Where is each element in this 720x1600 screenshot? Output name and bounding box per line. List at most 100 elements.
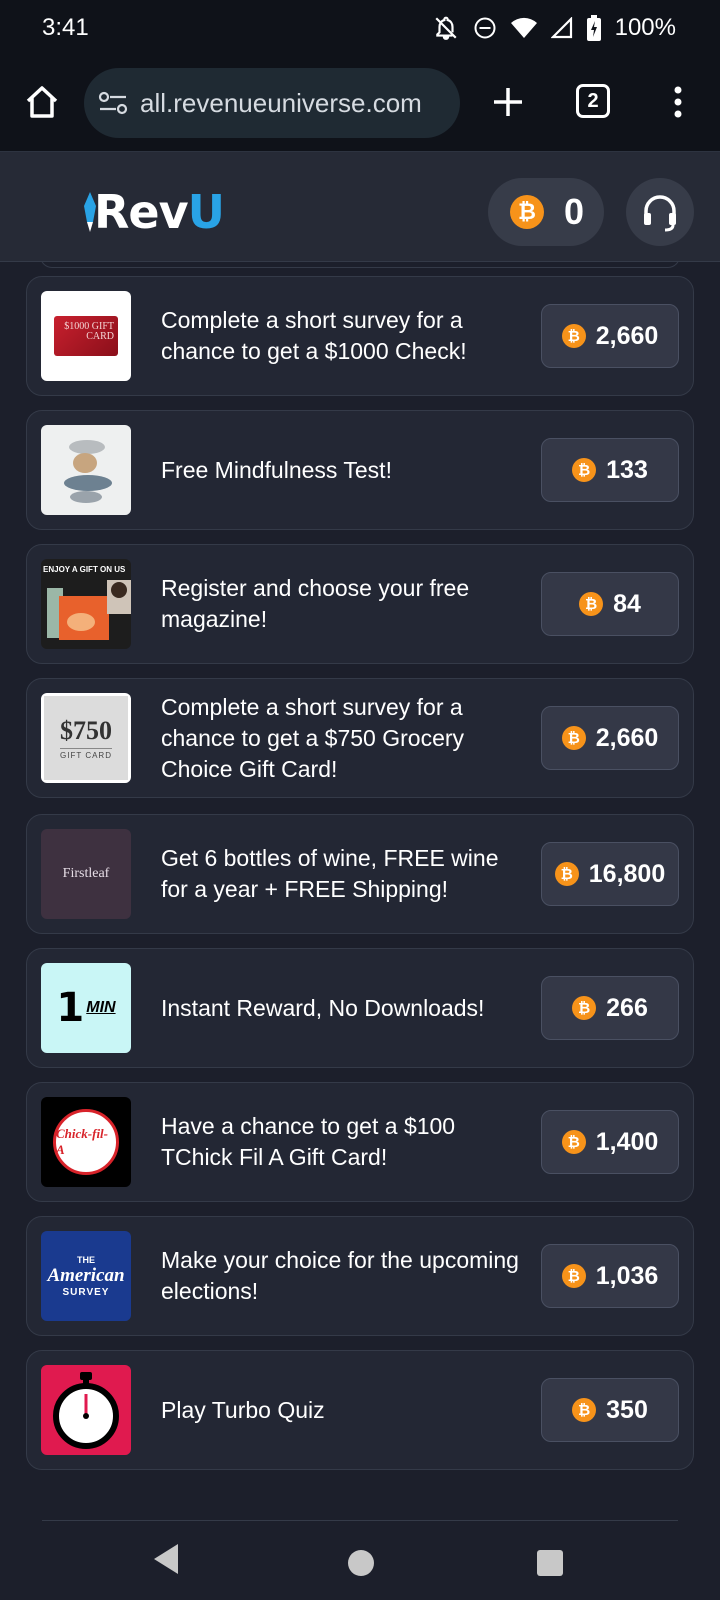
- offer-title: Have a chance to get a $100 TChick Fil A…: [161, 1113, 456, 1170]
- coin-icon: ₿: [561, 726, 586, 750]
- coin-icon: ₿: [561, 1264, 586, 1288]
- coin-balance[interactable]: ₿ 0: [488, 178, 604, 246]
- offer-title: Instant Reward, No Downloads!: [161, 994, 485, 1021]
- offer-list: $1000 GIFT CARD Complete a short survey …: [0, 262, 720, 1520]
- home-icon: [26, 86, 58, 118]
- offer-reward-button[interactable]: ₿ 16,800: [541, 842, 679, 906]
- signal-icon: [550, 17, 572, 39]
- notifications-off-icon: [435, 16, 457, 40]
- coin-icon: ₿: [561, 1130, 586, 1154]
- one-min-logo-text: MIN: [86, 999, 116, 1016]
- previous-offer-edge: [40, 262, 680, 268]
- offer-reward-amount: 266: [606, 993, 648, 1022]
- support-button[interactable]: [626, 178, 694, 246]
- offer-reward-button[interactable]: ₿ 84: [541, 572, 679, 636]
- dnd-icon: [474, 17, 496, 39]
- address-bar[interactable]: all.revenueuniverse.com: [84, 68, 460, 138]
- offer-reward-button[interactable]: ₿ 133: [541, 438, 679, 502]
- offer-reward-button[interactable]: ₿ 1,400: [541, 1110, 679, 1174]
- coin-icon: ₿: [572, 996, 597, 1020]
- offer-reward-amount: 1,400: [595, 1127, 659, 1156]
- stopwatch-icon: [53, 1372, 119, 1449]
- offer-card[interactable]: Play Turbo Quiz ₿ 350: [26, 1350, 694, 1470]
- offer-reward-amount: 350: [606, 1395, 648, 1424]
- gift-card-label: GIFT CARD: [60, 748, 112, 760]
- offer-title: Make your choice for the upcoming electi…: [161, 1247, 519, 1304]
- gift-card-image: $1000 GIFT CARD: [54, 316, 118, 356]
- offer-thumbnail: THE American SURVEY: [41, 1231, 131, 1321]
- coin-icon: ₿: [572, 1398, 597, 1422]
- home-nav-button[interactable]: [348, 1550, 374, 1576]
- status-icons: 100%: [433, 14, 676, 42]
- offer-reward-button[interactable]: ₿ 266: [541, 976, 679, 1040]
- magazine-covers-image: [47, 580, 131, 640]
- wifi-icon: [510, 17, 537, 38]
- battery-icon: [586, 15, 601, 41]
- offer-reward-button[interactable]: ₿ 1,036: [541, 1244, 679, 1308]
- offer-card[interactable]: Firstleaf Get 6 bottles of wine, FREE wi…: [26, 814, 694, 934]
- offer-thumbnail: [41, 1365, 131, 1455]
- site-settings-icon[interactable]: [98, 90, 128, 116]
- tab-switcher-button[interactable]: 2: [576, 84, 610, 118]
- offer-thumbnail: [41, 425, 131, 515]
- offer-card[interactable]: Free Mindfulness Test! ₿ 133: [26, 410, 694, 530]
- coin-icon: ₿: [561, 324, 586, 348]
- offer-reward-amount: 133: [606, 455, 648, 484]
- offer-title: Play Turbo Quiz: [161, 1396, 325, 1423]
- offer-reward-amount: 1,036: [595, 1261, 659, 1290]
- offer-thumbnail: Firstleaf: [41, 829, 131, 919]
- offer-thumbnail: $750 GIFT CARD: [41, 693, 131, 783]
- plus-icon: [494, 88, 522, 116]
- status-time: 3:41: [42, 14, 89, 41]
- american-survey-the: THE: [77, 1254, 95, 1265]
- battery-percent: 100%: [614, 14, 676, 41]
- offer-reward-amount: 16,800: [588, 859, 666, 888]
- headset-icon: [644, 195, 676, 232]
- gift-card-amount: $750: [60, 716, 112, 745]
- offer-title: Complete a short survey for a chance to …: [161, 693, 465, 782]
- new-tab-button[interactable]: [488, 82, 528, 122]
- offer-thumbnail: Chick-fil-A: [41, 1097, 131, 1187]
- offer-card[interactable]: $1000 GIFT CARD Complete a short survey …: [26, 276, 694, 396]
- offer-thumbnail: $1000 GIFT CARD: [41, 291, 131, 381]
- american-survey-survey: SURVEY: [62, 1286, 110, 1298]
- offer-title: Complete a short survey for a chance to …: [161, 307, 467, 364]
- home-button[interactable]: [22, 82, 62, 122]
- offer-card[interactable]: THE American SURVEY Make your choice for…: [26, 1216, 694, 1336]
- status-bar: 3:41 100%: [0, 0, 720, 56]
- system-nav-bar: [0, 1520, 720, 1600]
- browser-menu-button[interactable]: [664, 82, 692, 122]
- coin-icon: ₿: [572, 458, 597, 482]
- offer-card[interactable]: Chick-fil-A Have a chance to get a $100 …: [26, 1082, 694, 1202]
- offer-title: Register and choose your free magazine!: [161, 575, 470, 632]
- coin-icon: ₿: [579, 592, 604, 616]
- coin-icon: ₿: [510, 195, 544, 229]
- app-header: Rev U ₿ 0: [0, 152, 720, 262]
- offer-card[interactable]: $750 GIFT CARD Complete a short survey f…: [26, 678, 694, 798]
- more-vert-icon: [674, 86, 682, 118]
- firstleaf-logo: Firstleaf: [62, 866, 110, 881]
- recents-nav-button[interactable]: [537, 1550, 563, 1576]
- offer-thumbnail: 1 MIN: [41, 963, 131, 1053]
- offer-thumbnail: ENJOY A GIFT ON US: [41, 559, 131, 649]
- offer-reward-amount: 2,660: [595, 723, 659, 752]
- offer-card[interactable]: 1 MIN Instant Reward, No Downloads! ₿ 26…: [26, 948, 694, 1068]
- offer-card[interactable]: ENJOY A GIFT ON US Register and choose y…: [26, 544, 694, 664]
- coin-balance-value: 0: [564, 191, 585, 232]
- magazine-banner-text: ENJOY A GIFT ON US: [43, 565, 126, 574]
- logo-rev-text: Rev: [94, 185, 189, 239]
- offer-reward-button[interactable]: ₿ 2,660: [541, 304, 679, 368]
- offer-reward-amount: 84: [613, 589, 641, 618]
- coin-icon: ₿: [554, 862, 579, 886]
- back-icon[interactable]: [152, 1542, 180, 1576]
- revu-logo[interactable]: Rev U: [84, 185, 225, 239]
- url-text[interactable]: all.revenueuniverse.com: [140, 88, 422, 119]
- offer-reward-button[interactable]: ₿ 2,660: [541, 706, 679, 770]
- offer-reward-amount: 2,660: [595, 321, 659, 350]
- offer-reward-button[interactable]: ₿ 350: [541, 1378, 679, 1442]
- american-survey-american: American: [47, 1264, 125, 1286]
- nav-divider: [42, 1520, 678, 1521]
- stacked-stones-image: [64, 440, 112, 503]
- offer-title: Get 6 bottles of wine, FREE wine for a y…: [161, 845, 499, 902]
- logo-u-text: U: [187, 185, 225, 239]
